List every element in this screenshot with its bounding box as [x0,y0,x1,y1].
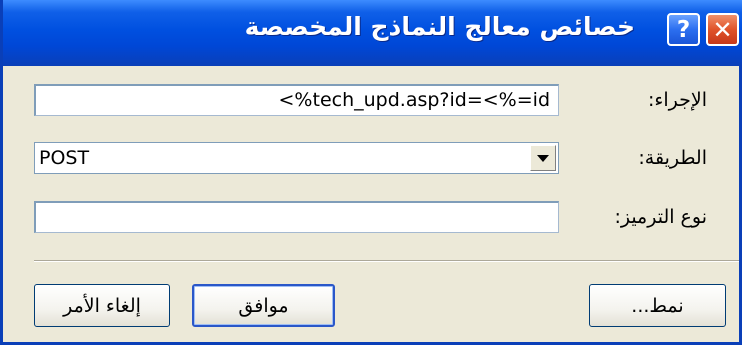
dialog-title: خصائص معالج النماذج المخصصة [244,12,635,41]
method-select-value: POST [39,147,90,169]
help-icon: ? [676,16,691,43]
cancel-button[interactable]: إلغاء الأمر [34,284,170,327]
action-input-value: <%tech_upd.asp?id=<%=id [278,89,550,111]
close-button[interactable]: ✕ [706,13,739,46]
style-button-label: نمط... [631,294,684,317]
style-button[interactable]: نمط... [589,284,726,327]
dialog-window: خصائص معالج النماذج المخصصة ? ✕ الإجراء:… [0,0,742,345]
divider [34,260,739,262]
encoding-label: نوع الترميز: [614,206,707,228]
title-bar[interactable]: خصائص معالج النماذج المخصصة ? ✕ [3,0,742,66]
ok-button-label: موافق [238,294,289,317]
action-input[interactable]: <%tech_upd.asp?id=<%=id [34,84,559,116]
cancel-button-label: إلغاء الأمر [63,294,141,317]
close-icon: ✕ [712,15,733,44]
ok-button[interactable]: موافق [192,284,335,327]
encoding-input[interactable] [34,201,559,233]
action-label: الإجراء: [648,89,707,111]
help-button[interactable]: ? [667,13,700,46]
method-select[interactable]: POST [34,142,559,174]
method-label: الطريقة: [638,147,707,169]
chevron-down-icon[interactable] [530,145,556,171]
